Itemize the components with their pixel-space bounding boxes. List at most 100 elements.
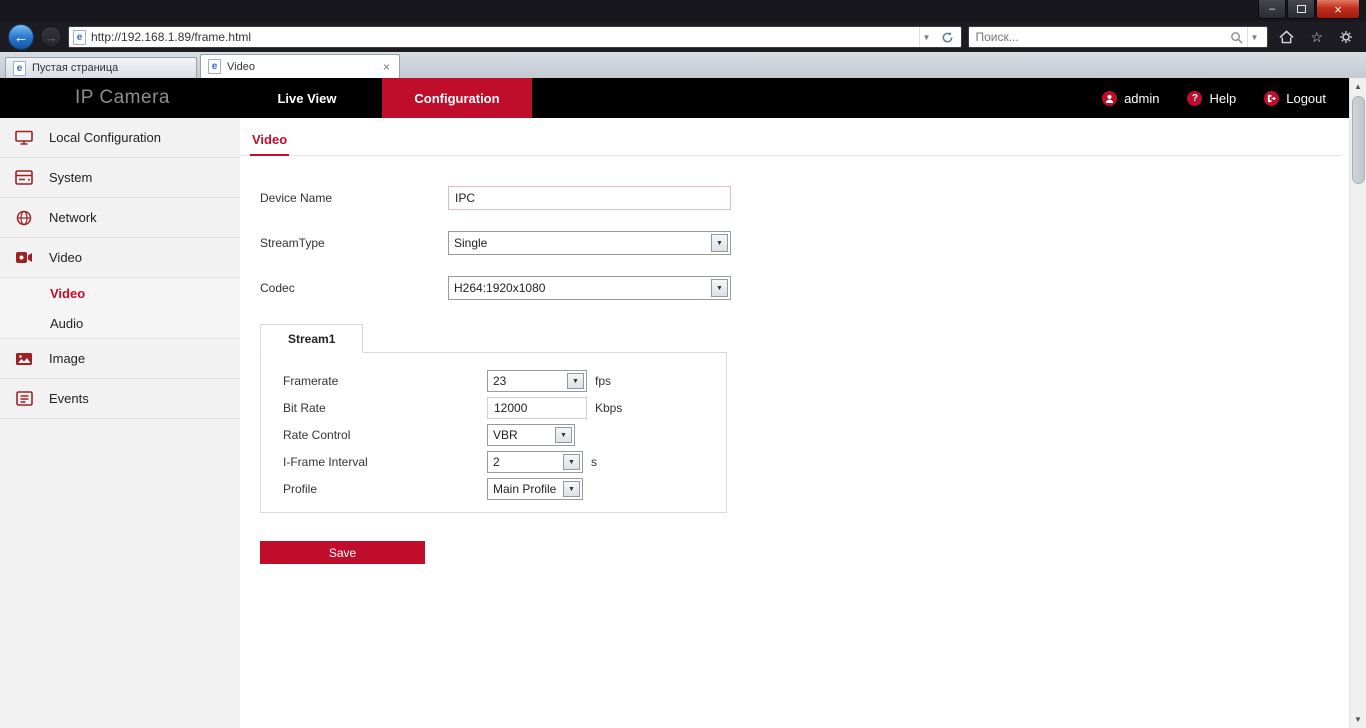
logout-icon xyxy=(1264,91,1279,106)
video-settings-form: Device Name StreamType Single ▼ Codec H2… xyxy=(240,186,1342,564)
close-button[interactable]: × xyxy=(1316,0,1360,19)
codec-label: Codec xyxy=(260,281,448,295)
chevron-down-icon: ▼ xyxy=(563,454,580,470)
page-favicon-icon: e xyxy=(208,59,221,74)
bitrate-label: Bit Rate xyxy=(283,401,487,415)
address-dropdown-icon[interactable]: ▼ xyxy=(919,27,934,47)
bitrate-input[interactable] xyxy=(487,397,587,419)
logout-label: Logout xyxy=(1286,91,1326,106)
forward-button[interactable]: → xyxy=(40,26,62,48)
browser-tab-video[interactable]: e Video × xyxy=(200,54,400,78)
user-icon xyxy=(1102,91,1117,106)
page-favicon-icon: e xyxy=(73,30,86,45)
help-label: Help xyxy=(1209,91,1236,106)
device-name-input[interactable] xyxy=(448,186,731,210)
codec-select[interactable]: H264:1920x1080 ▼ xyxy=(448,276,731,300)
tab-close-icon[interactable]: × xyxy=(381,60,392,74)
nav-live-view[interactable]: Live View xyxy=(232,78,382,118)
browser-titlebar: – × xyxy=(0,0,1366,22)
tab-video[interactable]: Video xyxy=(250,126,289,156)
monitor-icon xyxy=(14,130,34,146)
page-favicon-icon: e xyxy=(13,61,26,76)
framerate-select[interactable]: 23 ▼ xyxy=(487,370,587,392)
search-input[interactable] xyxy=(975,30,1225,44)
logout-link[interactable]: Logout xyxy=(1264,91,1326,106)
chevron-down-icon: ▼ xyxy=(555,427,572,443)
help-icon: ? xyxy=(1187,91,1202,106)
rate-control-select[interactable]: VBR ▼ xyxy=(487,424,575,446)
profile-row: Profile Main Profile ▼ xyxy=(283,478,726,500)
search-box[interactable]: ▼ xyxy=(968,26,1268,48)
refresh-icon[interactable] xyxy=(938,31,957,44)
browser-navbar: ← → e http://192.168.1.89/frame.html ▼ ▼… xyxy=(0,22,1366,52)
save-button[interactable]: Save xyxy=(260,541,425,564)
user-menu[interactable]: admin xyxy=(1102,91,1159,106)
scrollbar-thumb[interactable] xyxy=(1352,96,1365,184)
sidebar-item-label: System xyxy=(49,170,92,185)
sidebar-item-label: Local Configuration xyxy=(49,130,161,145)
user-name: admin xyxy=(1124,91,1159,106)
sidebar-item-events[interactable]: Events xyxy=(0,379,240,419)
tab-label: Video xyxy=(227,61,375,73)
search-icon[interactable] xyxy=(1230,31,1243,44)
sidebar-item-network[interactable]: Network xyxy=(0,198,240,238)
sidebar-item-local-configuration[interactable]: Local Configuration xyxy=(0,118,240,158)
iframe-interval-row: I-Frame Interval 2 ▼ s xyxy=(283,451,726,473)
tab-label: Пустая страница xyxy=(32,62,189,74)
select-value: VBR xyxy=(488,428,555,442)
framerate-unit: fps xyxy=(595,374,611,388)
chevron-down-icon: ▼ xyxy=(567,373,584,389)
content-tab-row: Video xyxy=(240,126,1342,156)
browser-tab-blank-page[interactable]: e Пустая страница xyxy=(5,57,197,78)
chevron-down-icon: ▼ xyxy=(711,234,728,252)
scroll-up-icon[interactable]: ▲ xyxy=(1350,78,1366,95)
iframe-interval-label: I-Frame Interval xyxy=(283,455,487,469)
back-button[interactable]: ← xyxy=(8,24,34,50)
settings-gear-icon[interactable] xyxy=(1334,30,1358,44)
system-icon xyxy=(14,170,34,186)
sidebar-item-label: Events xyxy=(49,391,89,406)
globe-icon xyxy=(14,210,34,226)
maximize-button[interactable] xyxy=(1287,0,1315,19)
sidebar-item-label: Network xyxy=(49,210,97,225)
favorites-star-icon[interactable]: ☆ xyxy=(1305,29,1328,46)
video-sub-menu: Video Audio xyxy=(0,278,240,339)
chevron-down-icon: ▼ xyxy=(563,481,580,497)
address-url[interactable]: http://192.168.1.89/frame.html xyxy=(91,30,914,44)
header-right: admin ? Help Logout xyxy=(1102,91,1326,106)
bitrate-unit: Kbps xyxy=(595,401,622,415)
sidebar-item-video[interactable]: Video xyxy=(0,238,240,278)
stream-type-row: StreamType Single ▼ xyxy=(260,231,1342,255)
sidebar-subitem-audio[interactable]: Audio xyxy=(0,308,240,338)
stream1-panel: Framerate 23 ▼ fps Bit Rate Kbps xyxy=(260,352,727,513)
rate-control-row: Rate Control VBR ▼ xyxy=(283,424,726,446)
events-list-icon xyxy=(14,391,34,407)
iframe-interval-select[interactable]: 2 ▼ xyxy=(487,451,583,473)
minimize-button[interactable]: – xyxy=(1258,0,1286,19)
sidebar-item-label: Video xyxy=(49,250,82,265)
app-body: Local Configuration System Network Video xyxy=(0,118,1366,728)
select-value: H264:1920x1080 xyxy=(449,281,711,295)
sidebar-item-label: Image xyxy=(49,351,85,366)
device-name-row: Device Name xyxy=(260,186,1342,210)
search-dropdown-icon[interactable]: ▼ xyxy=(1247,27,1262,47)
address-bar[interactable]: e http://192.168.1.89/frame.html ▼ xyxy=(68,26,962,48)
tab-stream1[interactable]: Stream1 xyxy=(260,324,363,353)
app-logo: IP Camera xyxy=(75,87,170,109)
stream-type-select[interactable]: Single ▼ xyxy=(448,231,731,255)
select-value: Single xyxy=(449,236,711,250)
rate-control-label: Rate Control xyxy=(283,428,487,442)
profile-select[interactable]: Main Profile ▼ xyxy=(487,478,583,500)
help-link[interactable]: ? Help xyxy=(1187,91,1236,106)
sidebar-subitem-video[interactable]: Video xyxy=(0,278,240,308)
sidebar-item-system[interactable]: System xyxy=(0,158,240,198)
nav-configuration[interactable]: Configuration xyxy=(382,78,532,118)
scroll-down-icon[interactable]: ▼ xyxy=(1350,711,1366,728)
video-camera-icon xyxy=(14,250,34,266)
bitrate-row: Bit Rate Kbps xyxy=(283,397,726,419)
sidebar-item-image[interactable]: Image xyxy=(0,339,240,379)
image-icon xyxy=(14,351,34,367)
vertical-scrollbar[interactable]: ▲ ▼ xyxy=(1349,78,1366,728)
home-icon[interactable] xyxy=(1274,30,1299,44)
select-value: Main Profile xyxy=(488,482,563,496)
